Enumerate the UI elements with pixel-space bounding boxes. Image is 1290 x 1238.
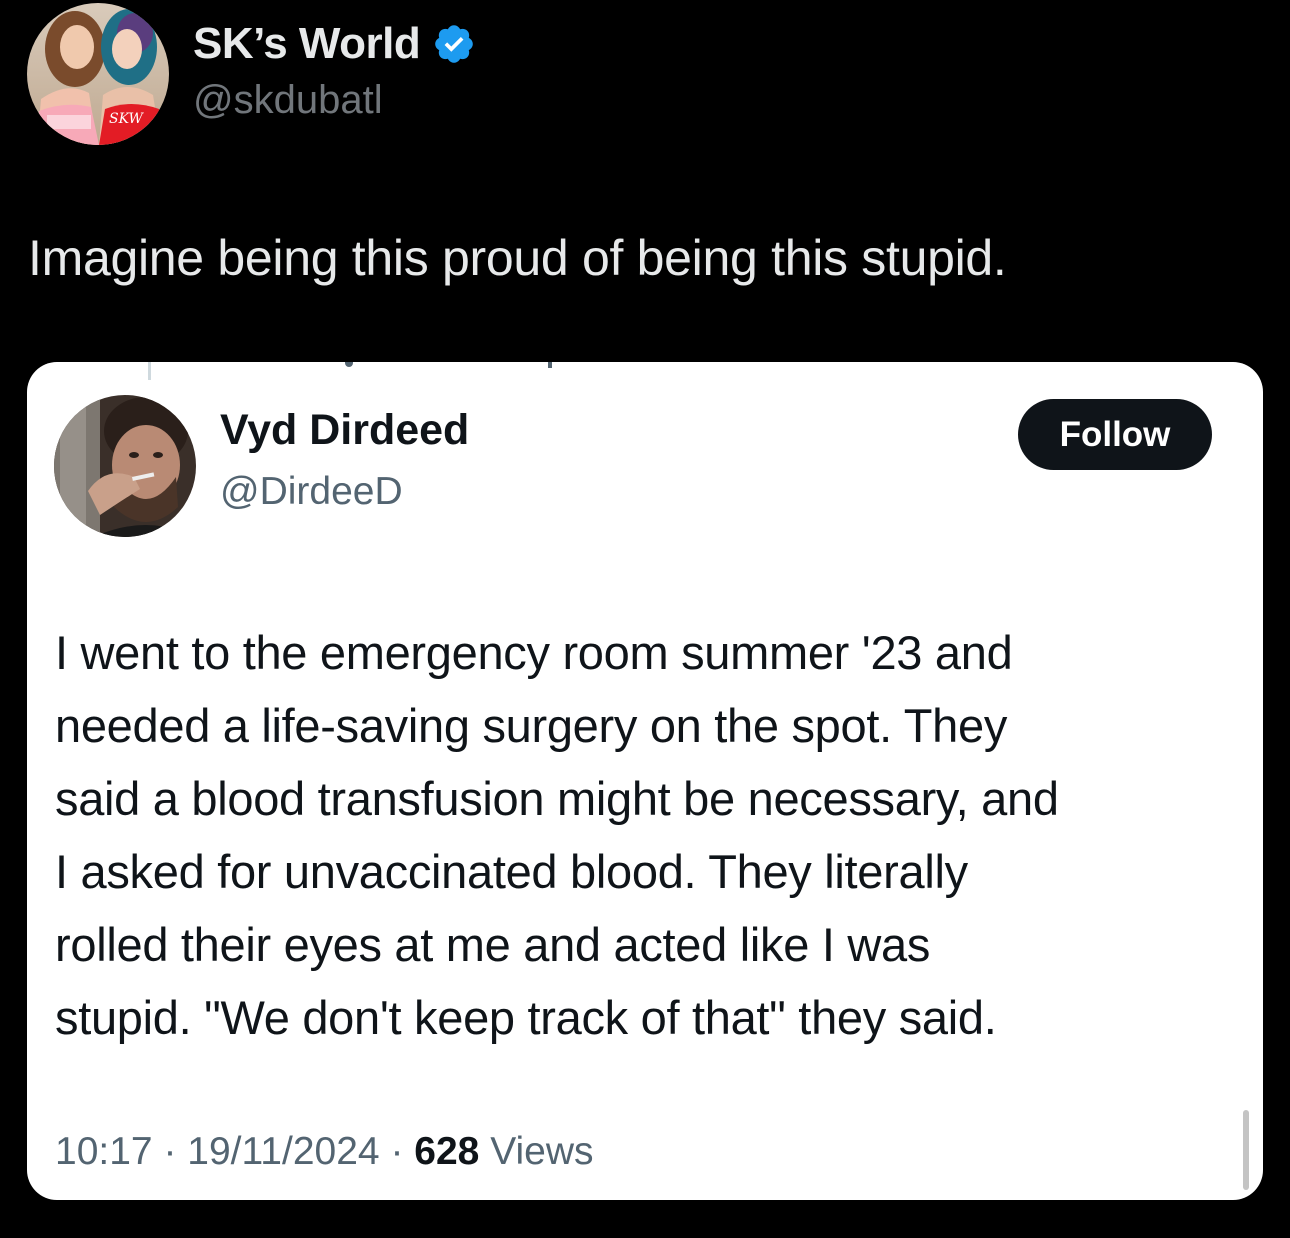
quoted-text-line: I went to the emergency room summer '23 … [55,626,1013,679]
cropped-text-fragment [345,362,353,367]
quoted-author-name: Vyd Dirdeed [220,406,470,454]
tweet-time: 10:17 [55,1130,153,1173]
views-count: 628 [414,1130,480,1173]
outer-avatar-photo: SKW [27,3,169,145]
quoted-avatar-photo [54,395,196,537]
quoted-author-avatar [54,395,196,537]
thread-line-fragment [148,362,151,380]
meta-separator: · [390,1130,404,1173]
outer-tweet-text: Imagine being this proud of being this s… [28,230,1007,286]
outer-author-name-row: SK’s World [193,18,476,70]
quoted-author-handle: @DirdeeD [220,470,403,513]
outer-author-name[interactable]: SK’s World [193,19,421,69]
follow-button[interactable]: Follow [1018,399,1212,470]
scrollbar-thumb [1243,1110,1249,1190]
quoted-tweet-text: I went to the emergency room summer '23 … [55,616,1245,1054]
quoted-text-line: I asked for unvaccinated blood. They lit… [55,845,968,898]
tweet-date: 19/11/2024 [187,1130,380,1173]
quoted-text-line: needed a life-saving surgery on the spot… [55,699,1008,752]
outer-author-avatar[interactable]: SKW [27,3,169,145]
quoted-text-line: said a blood transfusion might be necess… [55,772,1059,825]
quoted-tweet-meta: 10:17 · 19/11/2024 · 628 Views [55,1130,594,1174]
quoted-text-line: rolled their eyes at me and acted like I… [55,918,931,971]
verified-badge-icon[interactable] [432,22,476,66]
quoted-text-line: stupid. "We don't keep track of that" th… [55,991,997,1044]
outer-author-handle[interactable]: @skdubatl [193,78,383,123]
outer-avatar-shirt-text: SKW [109,111,145,127]
views-label: Views [490,1130,594,1173]
meta-separator: · [163,1130,177,1173]
cropped-text-fragment [548,362,552,368]
quoted-tweet-screenshot[interactable]: Vyd Dirdeed @DirdeeD Follow I went to th… [27,362,1263,1200]
